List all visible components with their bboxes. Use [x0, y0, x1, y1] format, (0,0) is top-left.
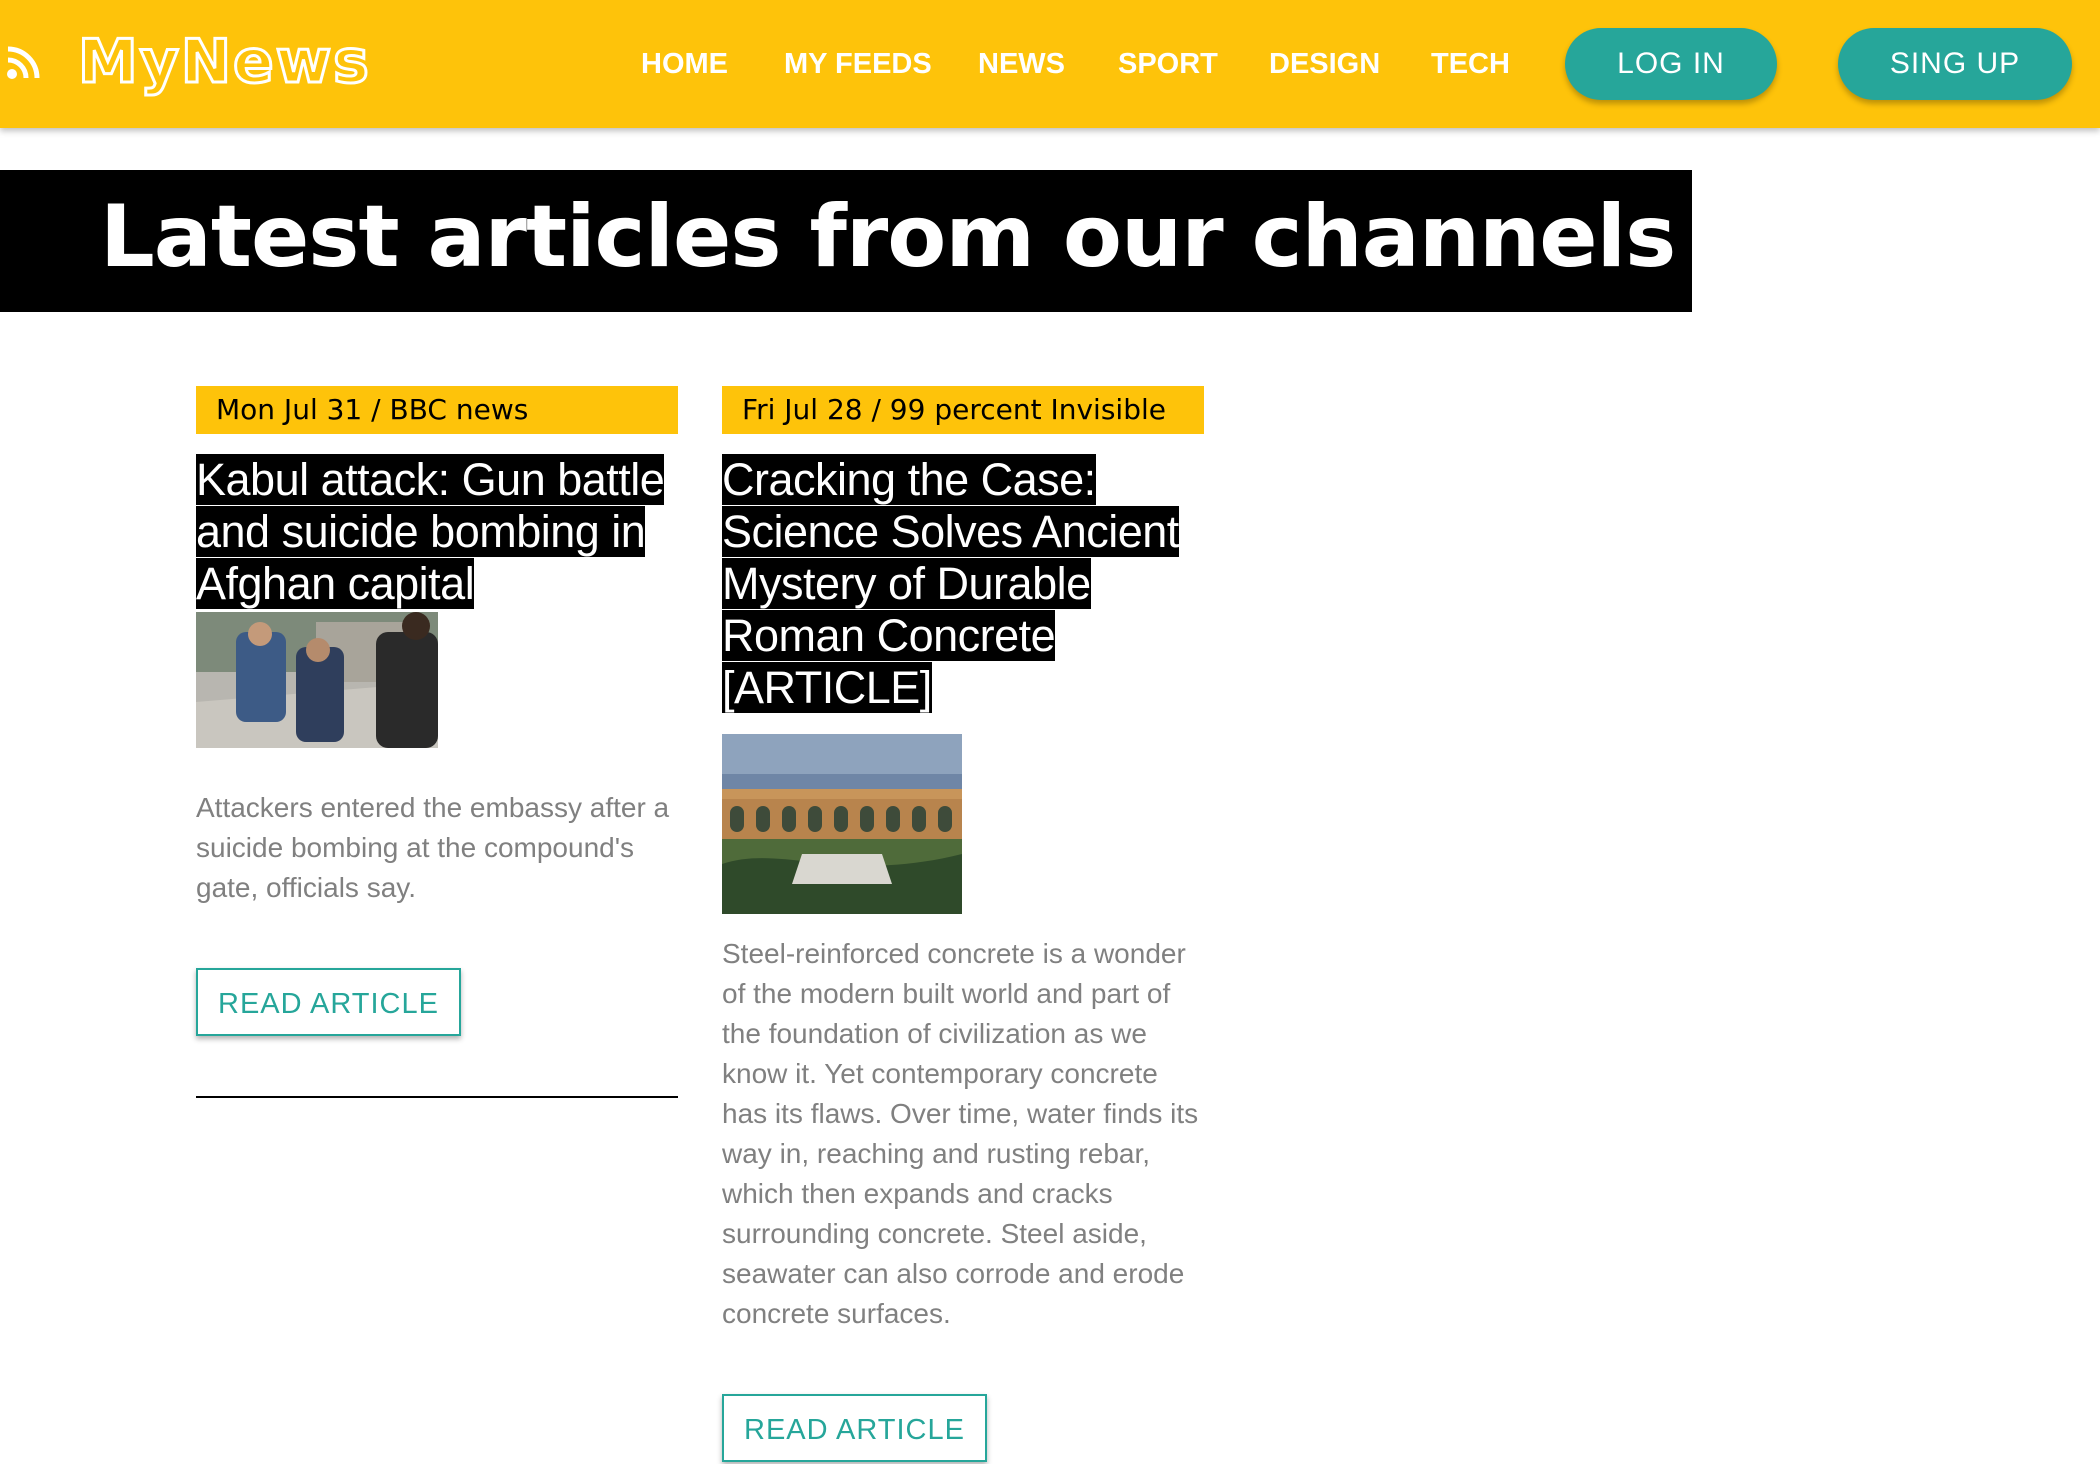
nav-item-sport[interactable]: SPORT	[1118, 44, 1218, 84]
article-summary: Attackers entered the embassy after a su…	[196, 792, 670, 903]
nav-item-news[interactable]: NEWS	[978, 44, 1065, 84]
page-title: Latest articles from our channels	[100, 187, 1676, 287]
top-navbar: MyNews HOME MY FEEDS NEWS SPORT DESIGN T…	[0, 0, 2100, 128]
article-card: Fri Jul 28 / 99 percent Invisible Cracki…	[722, 386, 1204, 1462]
signup-button[interactable]: SING UP	[1838, 28, 2072, 100]
article-thumbnail-image[interactable]	[722, 734, 962, 914]
nav-item-tech[interactable]: TECH	[1431, 44, 1510, 84]
read-article-button[interactable]: READ ARTICLE	[722, 1394, 987, 1462]
article-summary: Steel-reinforced concrete is a wonder of…	[722, 938, 1199, 1329]
nav-item-design[interactable]: DESIGN	[1269, 44, 1380, 84]
article-title-text[interactable]: Kabul attack: Gun battle and suicide bom…	[196, 454, 665, 609]
article-meta: Mon Jul 31 / BBC news	[196, 386, 678, 434]
nav-item-my-feeds[interactable]: MY FEEDS	[784, 44, 932, 84]
read-article-button[interactable]: READ ARTICLE	[196, 968, 461, 1036]
article-meta: Fri Jul 28 / 99 percent Invisible	[722, 386, 1204, 434]
article-title-text[interactable]: Cracking the Case: Science Solves Ancien…	[722, 454, 1179, 713]
article-thumbnail-image[interactable]	[196, 612, 438, 748]
login-button[interactable]: LOG IN	[1565, 28, 1777, 100]
rss-icon[interactable]	[6, 46, 40, 80]
site-logo[interactable]: MyNews	[77, 22, 371, 102]
article-card: Mon Jul 31 / BBC news Kabul attack: Gun …	[196, 386, 678, 1098]
article-title[interactable]: Kabul attack: Gun battle and suicide bom…	[196, 454, 678, 610]
nav-item-home[interactable]: HOME	[641, 44, 728, 84]
hero-banner: Latest articles from our channels	[0, 170, 1692, 312]
card-divider	[196, 1096, 678, 1098]
article-title[interactable]: Cracking the Case: Science Solves Ancien…	[722, 454, 1204, 714]
